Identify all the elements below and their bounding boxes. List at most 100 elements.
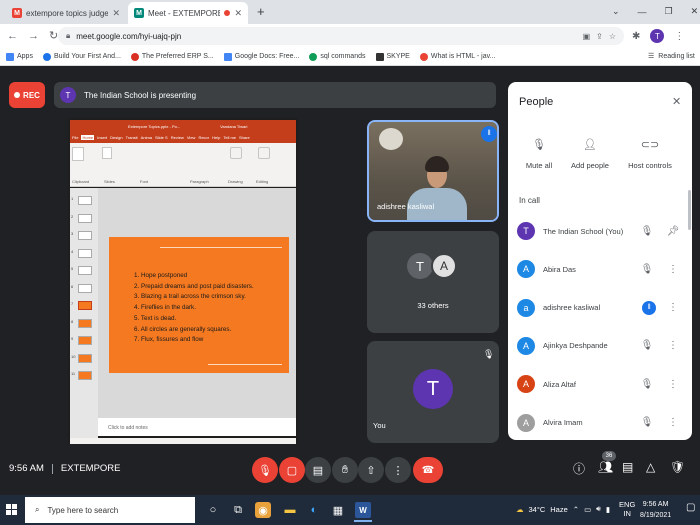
- pin-icon[interactable]: 📌︎: [664, 226, 682, 237]
- bookmark-star-icon[interactable]: ☆: [609, 32, 616, 41]
- slide-thumbnail[interactable]: [78, 248, 92, 258]
- new-tab-button[interactable]: +: [257, 4, 265, 19]
- language-indicator[interactable]: ENG IN: [619, 500, 635, 518]
- leave-call-button[interactable]: ☎︎: [413, 457, 443, 483]
- ribbon-tab[interactable]: Anima: [141, 135, 152, 140]
- battery-icon[interactable]: ▮: [606, 505, 610, 514]
- slide-thumbnail[interactable]: [78, 196, 92, 205]
- notifications-icon[interactable]: ▢: [686, 502, 695, 513]
- volume-icon[interactable]: 🔊︎: [596, 504, 601, 514]
- raise-hand-button[interactable]: ✋︎: [332, 457, 358, 483]
- camera-icon[interactable]: ▣: [583, 32, 591, 41]
- forward-icon[interactable]: →: [28, 30, 39, 42]
- minimize-icon[interactable]: —: [638, 7, 647, 17]
- speaking-indicator-icon[interactable]: ⦀: [642, 300, 656, 315]
- present-button[interactable]: ⇧: [358, 457, 384, 483]
- participant-row[interactable]: A Abira Das 🎙︎ ⋮: [508, 250, 692, 288]
- more-options-button[interactable]: ⋮: [385, 457, 411, 483]
- reload-icon[interactable]: ↻: [49, 29, 58, 42]
- slide-notes[interactable]: Click to add notes: [98, 418, 296, 436]
- tab-meet[interactable]: M Meet - EXTEMPORE ✕: [128, 2, 248, 24]
- ribbon-tab[interactable]: Design: [110, 135, 122, 140]
- mic-off-icon[interactable]: 🎙︎: [638, 226, 656, 237]
- ribbon-tab[interactable]: Review: [171, 135, 184, 140]
- close-icon[interactable]: ✕: [112, 8, 120, 19]
- ribbon-tab[interactable]: Help: [212, 135, 220, 140]
- cortana-icon[interactable]: ○: [205, 502, 221, 518]
- chrome-icon[interactable]: ◉: [255, 502, 271, 518]
- taskbar-search[interactable]: ⌕ Type here to search: [25, 497, 195, 523]
- slide-thumbnail[interactable]: [78, 266, 92, 275]
- bookmark-item[interactable]: sql commands: [309, 52, 366, 61]
- bookmark-item[interactable]: Google Docs: Free...: [223, 52, 299, 61]
- ribbon-tab[interactable]: View: [187, 135, 196, 140]
- profile-avatar[interactable]: T: [650, 29, 665, 43]
- maximize-icon[interactable]: ❐: [665, 6, 673, 17]
- participant-row[interactable]: T The Indian School (You) 🎙︎ 📌︎: [508, 212, 692, 250]
- bookmark-item[interactable]: Build Your First And...: [42, 52, 121, 61]
- captions-button[interactable]: ▤: [305, 457, 331, 483]
- participant-row[interactable]: A Alvira Imam 🎙︎ ⋮: [508, 404, 692, 442]
- camera-toggle-button[interactable]: ▢: [279, 457, 305, 483]
- store-icon[interactable]: ▦: [330, 502, 346, 518]
- ribbon-tab[interactable]: Transit: [126, 135, 138, 140]
- mic-toggle-button[interactable]: 🎙︎: [252, 457, 278, 483]
- chat-icon[interactable]: ▤: [622, 460, 633, 474]
- bookmark-item[interactable]: What is HTML - jav...: [419, 52, 495, 61]
- address-bar[interactable]: 🔒︎ meet.google.com/hyi-uajq-pjn ▣ ⇪ ☆: [58, 27, 624, 45]
- slide-thumbnail[interactable]: [78, 301, 92, 310]
- more-vert-icon[interactable]: ⋮: [664, 340, 682, 351]
- ribbon-tab[interactable]: Share: [239, 135, 250, 140]
- mic-off-icon[interactable]: 🎙︎: [638, 417, 656, 428]
- bookmark-item[interactable]: SKYPE: [375, 52, 410, 61]
- slide-thumbnail[interactable]: [78, 213, 92, 223]
- network-icon[interactable]: ▭: [584, 505, 591, 514]
- slide-thumbnail[interactable]: [78, 371, 92, 380]
- participant-row[interactable]: A Ajinkya Deshpande 🎙︎ ⋮: [508, 327, 692, 365]
- system-clock[interactable]: 9:56 AM 8/19/2021: [640, 499, 671, 521]
- tab-extempore-topics[interactable]: M extempore topics judgement she ✕: [6, 2, 126, 24]
- share-icon[interactable]: ⇪: [596, 32, 603, 41]
- meeting-details-icon[interactable]: ⓘ: [573, 460, 585, 477]
- more-vert-icon[interactable]: ⋮: [664, 302, 682, 313]
- slide-thumbnail[interactable]: [78, 283, 92, 293]
- reading-list[interactable]: ☰ Reading list: [648, 52, 695, 61]
- close-icon[interactable]: ✕: [234, 8, 242, 19]
- tile-others[interactable]: T A 33 others: [367, 231, 499, 333]
- mic-off-icon[interactable]: 🎙︎: [638, 264, 656, 275]
- mic-off-icon[interactable]: 🎙︎: [638, 379, 656, 390]
- slide-thumbnail[interactable]: [78, 318, 92, 328]
- bookmark-item[interactable]: The Preferred ERP S...: [130, 52, 214, 61]
- windows-start-icon[interactable]: [6, 504, 18, 516]
- extensions-icon[interactable]: ✱: [632, 31, 640, 42]
- bookmark-apps[interactable]: Apps: [6, 52, 33, 61]
- mic-off-icon[interactable]: 🎙︎: [638, 340, 656, 351]
- ribbon-tab[interactable]: Recor: [198, 135, 209, 140]
- ribbon-tab[interactable]: Slide S: [155, 135, 168, 140]
- host-controls-icon[interactable]: 🛡︎: [670, 460, 685, 474]
- ribbon-tab[interactable]: Insert: [97, 135, 107, 140]
- activities-icon[interactable]: △: [646, 460, 655, 474]
- ribbon-tab[interactable]: Home: [81, 135, 95, 140]
- host-controls-button[interactable]: ⊂⊃ Host controls: [620, 138, 680, 170]
- people-icon[interactable]: 👥︎: [598, 460, 613, 474]
- chevron-up-icon[interactable]: ⌃: [573, 505, 579, 514]
- more-vert-icon[interactable]: ⋮: [664, 264, 682, 275]
- ribbon-tab[interactable]: Tell me: [223, 135, 236, 140]
- ribbon-tab[interactable]: File: [72, 135, 78, 140]
- word-icon[interactable]: W: [355, 502, 371, 518]
- task-view-icon[interactable]: ⧉: [230, 502, 246, 518]
- slide-thumbnail[interactable]: [78, 353, 92, 363]
- edge-icon[interactable]: ◐: [306, 502, 322, 518]
- slide-thumbnail[interactable]: [78, 231, 92, 240]
- more-vert-icon[interactable]: ⋮: [664, 417, 682, 428]
- add-people-button[interactable]: 👤︎ Add people: [560, 138, 620, 170]
- close-window-icon[interactable]: ✕: [691, 6, 699, 17]
- participant-row[interactable]: a adishree kasliwal ⦀ ⋮: [508, 289, 692, 327]
- participant-row[interactable]: A Aliza Altaf 🎙︎ ⋮: [508, 365, 692, 403]
- tile-adishree[interactable]: adishree kasliwal ⦀: [367, 120, 499, 222]
- tab-search-icon[interactable]: ⌄: [612, 6, 620, 17]
- close-panel-icon[interactable]: ✕: [672, 95, 681, 108]
- menu-icon[interactable]: ⋮: [674, 31, 684, 42]
- slide-thumbnail[interactable]: [78, 336, 92, 345]
